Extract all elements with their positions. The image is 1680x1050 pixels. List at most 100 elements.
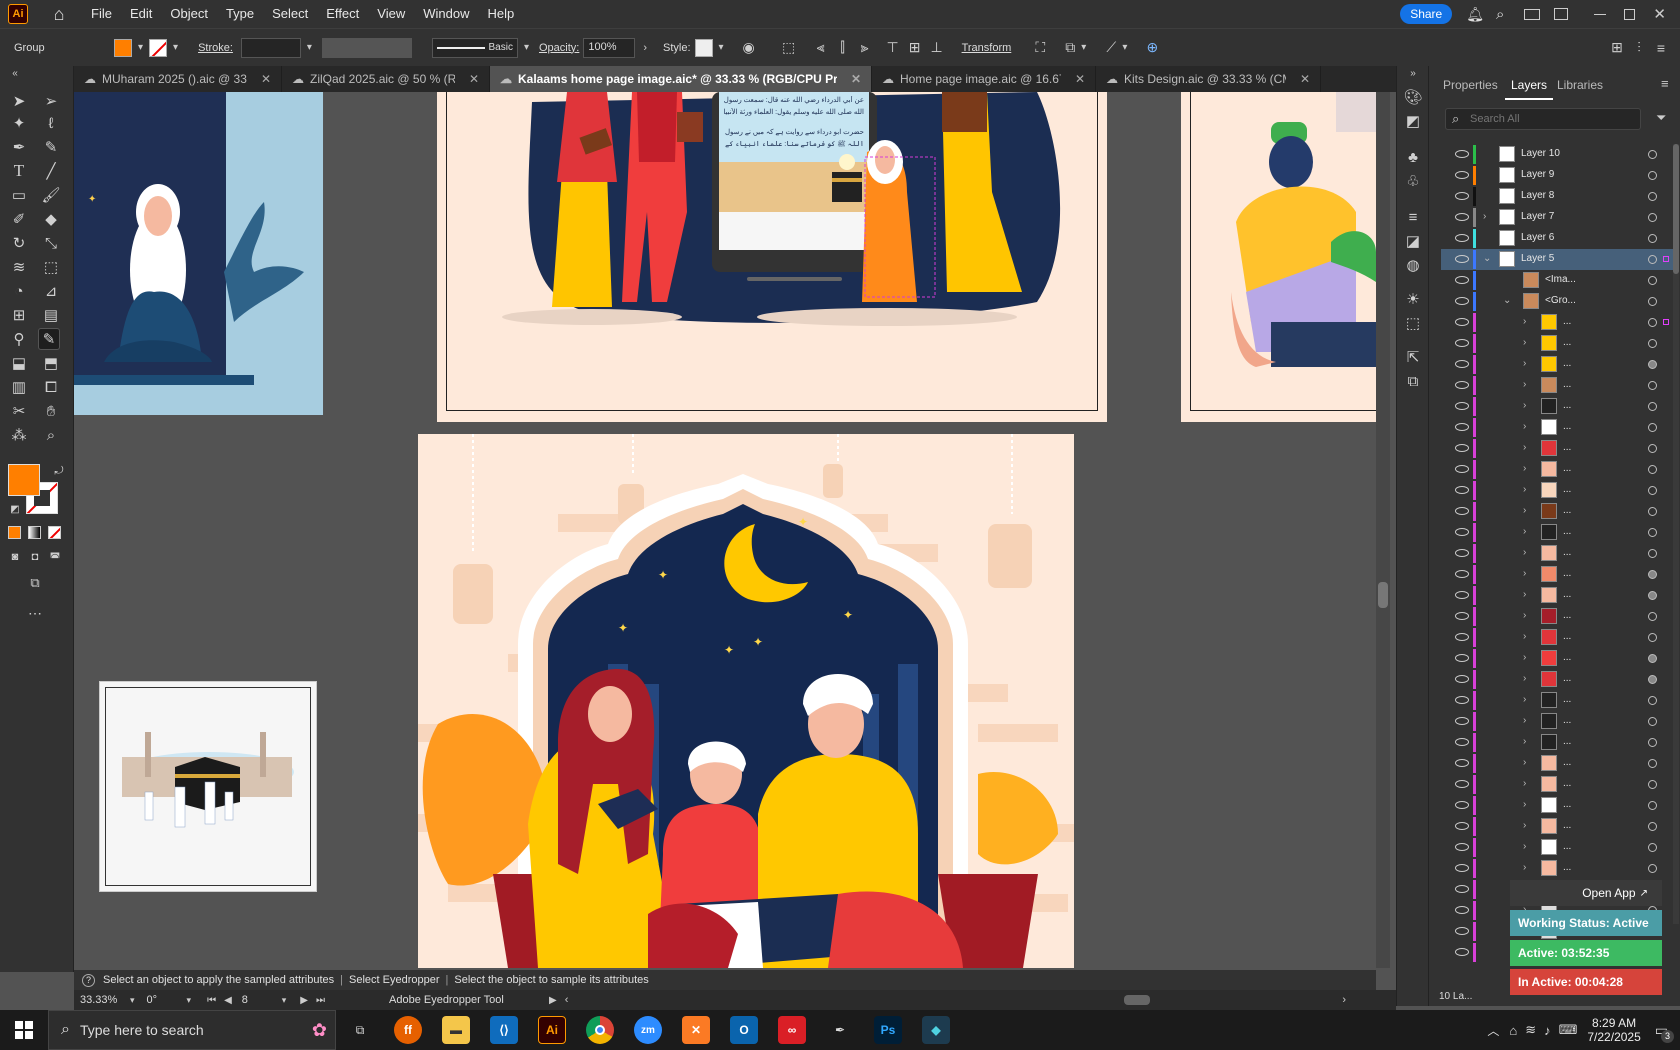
home-icon[interactable]: ⌂ — [48, 3, 70, 25]
curvature-tool-icon[interactable]: ✎ — [40, 136, 62, 158]
visibility-eye-icon[interactable] — [1455, 822, 1469, 830]
visibility-eye-icon[interactable] — [1455, 339, 1469, 347]
target-circle-icon[interactable] — [1648, 318, 1657, 327]
group-item-row[interactable]: ›... — [1441, 333, 1673, 354]
align-left-icon[interactable]: ⫷ — [810, 37, 832, 59]
visibility-eye-icon[interactable] — [1455, 402, 1469, 410]
none-mode-button[interactable] — [48, 526, 61, 539]
target-circle-icon[interactable] — [1648, 381, 1657, 390]
outlook-icon[interactable]: O — [730, 1016, 758, 1044]
document-tab[interactable]: ☁ MUharam 2025 ().aic @ 33.33 ... ✕ — [74, 66, 282, 92]
eyedropper-tool-icon[interactable]: ✎ — [38, 328, 60, 350]
variable-width-profile[interactable] — [321, 37, 412, 58]
menu-view[interactable]: View — [368, 0, 414, 28]
mesh-tool-icon[interactable]: ⊞ — [8, 304, 30, 326]
visibility-eye-icon[interactable] — [1455, 318, 1469, 326]
layer-row[interactable]: ⌄ Layer 5 — [1441, 249, 1673, 270]
visibility-eye-icon[interactable] — [1455, 612, 1469, 620]
zoom-field[interactable]: 33.33% — [80, 994, 130, 1006]
isolate-icon[interactable]: ⛶ — [1029, 37, 1051, 59]
live-paint-selection-icon[interactable]: ⬒ — [40, 352, 62, 374]
export-panel-icon[interactable]: ⇱ — [1402, 346, 1424, 368]
pen-app-icon[interactable]: ✒ — [826, 1016, 854, 1044]
xampp-icon[interactable]: ✕ — [682, 1016, 710, 1044]
style-dropdown-icon[interactable]: ▾ — [719, 42, 724, 53]
lasso-tool-icon[interactable]: ℓ — [40, 112, 62, 134]
artboard-right[interactable] — [1181, 92, 1376, 422]
visibility-eye-icon[interactable] — [1455, 633, 1469, 641]
tray-chevron-icon[interactable]: ︿ — [1487, 1022, 1499, 1039]
expand-chevron-icon[interactable]: › — [1523, 337, 1526, 348]
visibility-eye-icon[interactable] — [1455, 150, 1469, 158]
expand-chevron-icon[interactable]: › — [1523, 736, 1526, 747]
scale-tool-icon[interactable]: ⤡ — [40, 232, 62, 254]
symbols-panel-icon[interactable]: ♧ — [1402, 170, 1424, 192]
draw-normal-icon[interactable]: ◙ — [4, 546, 26, 568]
visibility-eye-icon[interactable] — [1455, 927, 1469, 935]
target-circle-icon[interactable] — [1648, 150, 1657, 159]
group-item-row[interactable]: ›... — [1441, 459, 1673, 480]
collapse-panels-icon[interactable]: » — [1402, 62, 1424, 84]
expand-chevron-icon[interactable]: › — [1523, 358, 1526, 369]
notification-icon[interactable]: ▭ 3 — [1655, 1022, 1674, 1043]
help-icon[interactable]: ? — [82, 973, 95, 987]
target-circle-icon[interactable] — [1648, 465, 1657, 474]
group-item-row[interactable]: ›... — [1441, 606, 1673, 627]
group-item-row[interactable]: ›... — [1441, 732, 1673, 753]
target-circle-icon[interactable] — [1648, 633, 1657, 642]
minimize-icon[interactable] — [1594, 13, 1607, 15]
visibility-eye-icon[interactable] — [1455, 381, 1469, 389]
artboard-dropdown-icon[interactable]: ▾ — [282, 995, 287, 1006]
vscode-icon[interactable]: ⟨⟩ — [490, 1016, 518, 1044]
target-circle-icon[interactable] — [1648, 591, 1657, 600]
target-circle-icon[interactable] — [1648, 717, 1657, 726]
visibility-eye-icon[interactable] — [1455, 360, 1469, 368]
restore-icon[interactable] — [1624, 8, 1636, 20]
target-circle-icon[interactable] — [1648, 675, 1657, 684]
group-item-row[interactable]: ›... — [1441, 480, 1673, 501]
stroke-dropdown-icon[interactable]: ▾ — [173, 42, 178, 53]
artboard-kaaba[interactable] — [99, 681, 317, 892]
artboards-panel-icon[interactable]: ⧉ — [1402, 370, 1424, 392]
status-menu-icon[interactable]: ▶ — [549, 995, 557, 1006]
arrange-icon[interactable]: ⧉ — [1059, 37, 1081, 59]
pathfinder-dropdown-icon[interactable]: ▾ — [1122, 42, 1127, 53]
visibility-eye-icon[interactable] — [1455, 486, 1469, 494]
expand-chevron-icon[interactable]: › — [1523, 820, 1526, 831]
warp-tool-icon[interactable]: ≋ — [8, 256, 30, 278]
screen-mode-icon[interactable]: ⧉ — [24, 572, 46, 594]
visibility-eye-icon[interactable] — [1455, 654, 1469, 662]
visibility-eye-icon[interactable] — [1455, 528, 1469, 536]
visibility-eye-icon[interactable] — [1455, 192, 1469, 200]
group-item-row[interactable]: ›... — [1441, 522, 1673, 543]
wifi-icon[interactable]: ≋ — [1525, 1022, 1536, 1038]
default-fill-stroke-icon[interactable]: ◩ — [4, 498, 26, 520]
expand-chevron-icon[interactable]: › — [1523, 757, 1526, 768]
expand-chevron-icon[interactable]: › — [1523, 589, 1526, 600]
perspective-grid-tool-icon[interactable]: ⊿ — [40, 280, 62, 302]
arrange-dropdown-icon[interactable]: ▾ — [1081, 42, 1086, 53]
group-item-row[interactable]: ›... — [1441, 501, 1673, 522]
visibility-eye-icon[interactable] — [1455, 885, 1469, 893]
eraser-tool-icon[interactable]: ◆ — [40, 208, 62, 230]
expand-chevron-icon[interactable]: › — [1523, 316, 1526, 327]
target-circle-icon[interactable] — [1648, 570, 1657, 579]
visibility-eye-icon[interactable] — [1455, 465, 1469, 473]
target-circle-icon[interactable] — [1648, 612, 1657, 621]
target-circle-icon[interactable] — [1648, 402, 1657, 411]
expand-chevron-icon[interactable]: › — [1523, 610, 1526, 621]
visibility-eye-icon[interactable] — [1455, 906, 1469, 914]
group-item-row[interactable]: ›... — [1441, 648, 1673, 669]
sublayer-row[interactable]: ⌄ <Gro... — [1441, 291, 1673, 312]
target-circle-icon[interactable] — [1648, 360, 1657, 369]
target-circle-icon[interactable] — [1648, 528, 1657, 537]
expand-chevron-icon[interactable]: ⌄ — [1503, 295, 1511, 306]
close-tab-icon[interactable]: ✕ — [1300, 72, 1310, 86]
visibility-eye-icon[interactable] — [1455, 864, 1469, 872]
close-icon[interactable]: ✕ — [1653, 5, 1666, 23]
align-right-icon[interactable]: ⫸ — [854, 37, 876, 59]
direct-selection-tool-icon[interactable]: ➢ — [40, 90, 62, 112]
clock[interactable]: 8:29 AM 7/22/2025 — [1587, 1016, 1640, 1044]
visibility-eye-icon[interactable] — [1455, 717, 1469, 725]
share-button[interactable]: Share — [1400, 4, 1453, 24]
